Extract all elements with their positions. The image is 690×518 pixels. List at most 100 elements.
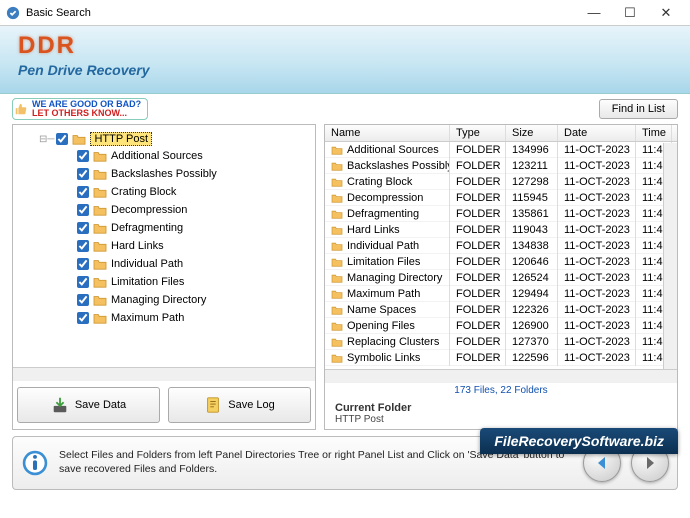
- file-list-panel: Name Type Size Date Time Additional Sour…: [324, 124, 678, 430]
- grid-vertical-scrollbar[interactable]: [663, 143, 677, 369]
- folder-icon: [331, 257, 343, 267]
- tree-checkbox[interactable]: [77, 222, 89, 234]
- col-header-type[interactable]: Type: [450, 125, 506, 141]
- cell-name[interactable]: Defragmenting: [325, 206, 450, 222]
- tree-checkbox[interactable]: [77, 204, 89, 216]
- grid-row[interactable]: DecompressionFOLDER11594511-OCT-202311:4…: [325, 190, 677, 206]
- tree-horizontal-scrollbar[interactable]: [13, 367, 315, 381]
- folder-icon: [93, 258, 107, 270]
- arrow-right-icon: [642, 455, 658, 471]
- save-log-button[interactable]: Save Log: [168, 387, 311, 423]
- cell-name[interactable]: Individual Path: [325, 238, 450, 254]
- cell-name[interactable]: Managing Directory: [325, 270, 450, 286]
- col-header-name[interactable]: Name: [325, 125, 450, 141]
- tree-checkbox[interactable]: [77, 258, 89, 270]
- maximize-button[interactable]: ☐: [612, 2, 648, 24]
- watermark-label: FileRecoverySoftware.biz: [480, 428, 678, 454]
- tree-node[interactable]: Crating Block: [75, 183, 311, 201]
- tree-checkbox[interactable]: [77, 312, 89, 324]
- cell-date: 11-OCT-2023: [558, 222, 636, 238]
- tree-node-label[interactable]: Managing Directory: [111, 294, 206, 306]
- save-data-button[interactable]: Save Data: [17, 387, 160, 423]
- cell-date: 11-OCT-2023: [558, 254, 636, 270]
- tree-node-label[interactable]: Limitation Files: [111, 276, 184, 288]
- cell-name[interactable]: Decompression: [325, 190, 450, 206]
- cell-date: 11-OCT-2023: [558, 142, 636, 158]
- current-folder-value: HTTP Post: [335, 414, 667, 425]
- tree-node-label[interactable]: Backslashes Possibly: [111, 168, 217, 180]
- grid-row[interactable]: Limitation FilesFOLDER12064611-OCT-20231…: [325, 254, 677, 270]
- cell-name[interactable]: Hard Links: [325, 222, 450, 238]
- grid-row[interactable]: Backslashes PossiblyFOLDER12321111-OCT-2…: [325, 158, 677, 174]
- tree-node[interactable]: Individual Path: [75, 255, 311, 273]
- cell-name[interactable]: Maximum Path: [325, 286, 450, 302]
- minimize-button[interactable]: —: [576, 2, 612, 24]
- col-header-size[interactable]: Size: [506, 125, 558, 141]
- folder-icon: [93, 294, 107, 306]
- cell-size: 134838: [506, 238, 558, 254]
- col-header-time[interactable]: Time: [636, 125, 672, 141]
- tree-checkbox[interactable]: [77, 294, 89, 306]
- cell-name[interactable]: Replacing Clusters: [325, 334, 450, 350]
- tree-node[interactable]: Maximum Path: [75, 309, 311, 327]
- tree-checkbox[interactable]: [77, 168, 89, 180]
- grid-row[interactable]: Managing DirectoryFOLDER12652411-OCT-202…: [325, 270, 677, 286]
- cell-name[interactable]: Crating Block: [325, 174, 450, 190]
- directory-tree[interactable]: ⊟─HTTP Post Additional Sources Backslashes…: [13, 125, 315, 367]
- cell-name[interactable]: Name Spaces: [325, 302, 450, 318]
- grid-horizontal-scrollbar[interactable]: [325, 369, 677, 383]
- grid-row[interactable]: Opening FilesFOLDER12690011-OCT-202311:4…: [325, 318, 677, 334]
- tree-checkbox[interactable]: [77, 276, 89, 288]
- folder-icon: [331, 353, 343, 363]
- file-grid[interactable]: Name Type Size Date Time Additional Sour…: [325, 125, 677, 369]
- grid-row[interactable]: Individual PathFOLDER13483811-OCT-202311…: [325, 238, 677, 254]
- grid-row[interactable]: DefragmentingFOLDER13586111-OCT-202311:4…: [325, 206, 677, 222]
- tree-node-label[interactable]: Hard Links: [111, 240, 164, 252]
- cell-type: FOLDER: [450, 206, 506, 222]
- grid-row[interactable]: Maximum PathFOLDER12949411-OCT-202311:45: [325, 286, 677, 302]
- cell-name[interactable]: Symbolic Links: [325, 350, 450, 366]
- find-in-list-button[interactable]: Find in List: [599, 99, 678, 119]
- tree-checkbox[interactable]: [77, 186, 89, 198]
- tree-node-label[interactable]: Individual Path: [111, 258, 183, 270]
- cell-name[interactable]: Additional Sources: [325, 142, 450, 158]
- cell-name[interactable]: Opening Files: [325, 318, 450, 334]
- cell-date: 11-OCT-2023: [558, 174, 636, 190]
- tree-checkbox[interactable]: [77, 150, 89, 162]
- cell-size: 119043: [506, 222, 558, 238]
- tree-node-label[interactable]: Maximum Path: [111, 312, 184, 324]
- tree-node-label[interactable]: Additional Sources: [111, 150, 203, 162]
- folder-icon: [93, 312, 107, 324]
- grid-row[interactable]: Additional SourcesFOLDER13499611-OCT-202…: [325, 142, 677, 158]
- close-button[interactable]: ✕: [648, 2, 684, 24]
- col-header-date[interactable]: Date: [558, 125, 636, 141]
- tree-node-label[interactable]: Crating Block: [111, 186, 176, 198]
- grid-header[interactable]: Name Type Size Date Time: [325, 125, 677, 142]
- tree-node-label[interactable]: Decompression: [111, 204, 187, 216]
- tree-node[interactable]: Defragmenting: [75, 219, 311, 237]
- tree-node[interactable]: Limitation Files: [75, 273, 311, 291]
- cell-name[interactable]: Backslashes Possibly: [325, 158, 450, 174]
- tree-node[interactable]: Additional Sources: [75, 147, 311, 165]
- grid-row[interactable]: Name SpacesFOLDER12232611-OCT-202311:45: [325, 302, 677, 318]
- grid-row[interactable]: Crating BlockFOLDER12729811-OCT-202311:4…: [325, 174, 677, 190]
- grid-row[interactable]: Hard LinksFOLDER11904311-OCT-202311:45: [325, 222, 677, 238]
- promo-badge[interactable]: WE ARE GOOD OR BAD? LET OTHERS KNOW...: [12, 98, 148, 121]
- grid-row[interactable]: Symbolic LinksFOLDER12259611-OCT-202311:…: [325, 350, 677, 366]
- cell-size: 122326: [506, 302, 558, 318]
- tree-node[interactable]: Hard Links: [75, 237, 311, 255]
- tree-root-label[interactable]: HTTP Post: [90, 132, 152, 146]
- tree-node[interactable]: Managing Directory: [75, 291, 311, 309]
- folder-icon: [331, 209, 343, 219]
- tree-root-node[interactable]: ⊟─HTTP Post: [37, 131, 311, 147]
- tree-checkbox[interactable]: [56, 133, 68, 145]
- cell-date: 11-OCT-2023: [558, 190, 636, 206]
- tree-node[interactable]: Decompression: [75, 201, 311, 219]
- cell-size: 134996: [506, 142, 558, 158]
- tree-node[interactable]: Backslashes Possibly: [75, 165, 311, 183]
- stats-label: 173 Files, 22 Folders: [325, 383, 677, 398]
- tree-node-label[interactable]: Defragmenting: [111, 222, 183, 234]
- tree-checkbox[interactable]: [77, 240, 89, 252]
- grid-row[interactable]: Replacing ClustersFOLDER12737011-OCT-202…: [325, 334, 677, 350]
- cell-name[interactable]: Limitation Files: [325, 254, 450, 270]
